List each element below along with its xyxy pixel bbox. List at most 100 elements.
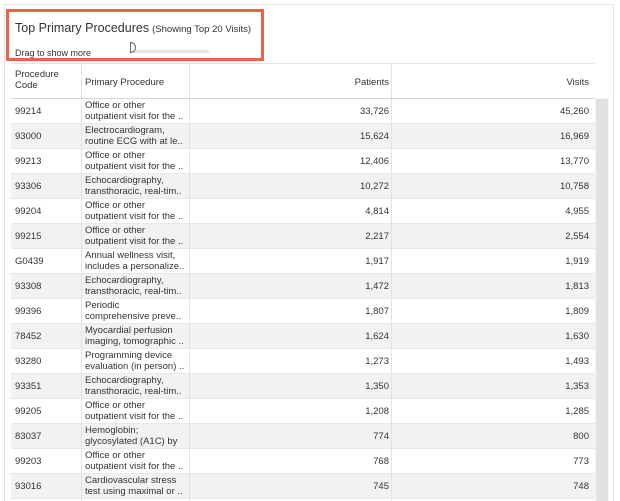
column-divider xyxy=(391,249,392,273)
procedure-line1: Echocardiography, xyxy=(85,275,164,286)
cell-patients: 1,208 xyxy=(365,406,389,417)
cell-procedure-code: 99205 xyxy=(15,406,42,417)
column-divider xyxy=(189,374,190,398)
column-divider xyxy=(189,124,190,148)
column-divider xyxy=(189,349,190,373)
procedure-line2: outpatient visit for the .. xyxy=(85,211,184,222)
cell-visits: 1,809 xyxy=(565,306,589,317)
show-more-slider-track[interactable] xyxy=(129,50,209,53)
column-divider xyxy=(391,99,392,123)
procedure-line1: Programming device xyxy=(85,350,173,361)
table-row[interactable]: 93016 Cardiovascular stress test using max… xyxy=(11,474,595,499)
column-divider xyxy=(189,199,190,223)
table-row[interactable]: 93000 Electrocardiogram, routine ECG with … xyxy=(11,124,595,149)
column-divider xyxy=(81,324,82,348)
table-row[interactable]: 83037 Hemoglobin; glycosylated (A1C) by 774… xyxy=(11,424,595,449)
scrollbar-thumb[interactable] xyxy=(596,99,608,501)
cell-procedure-code: G0439 xyxy=(15,256,44,267)
cell-primary-procedure: Programming device evaluation (in person)… xyxy=(85,350,189,372)
cell-procedure-code: 99396 xyxy=(15,306,42,317)
column-divider xyxy=(391,274,392,298)
column-divider xyxy=(391,124,392,148)
cell-visits: 800 xyxy=(573,431,589,442)
procedure-line1: Echocardiography, xyxy=(85,175,164,186)
column-divider xyxy=(391,64,392,98)
header-visits[interactable]: Visits xyxy=(566,77,589,88)
cell-visits: 1,285 xyxy=(565,406,589,417)
column-divider xyxy=(81,149,82,173)
procedure-line1: Echocardiography, xyxy=(85,375,164,386)
procedure-line1: Annual wellness visit, xyxy=(85,250,176,261)
column-divider xyxy=(81,474,82,498)
table-row[interactable]: 99213 Office or other outpatient visit for… xyxy=(11,149,595,174)
cell-visits: 1,353 xyxy=(565,381,589,392)
cell-procedure-code: 99204 xyxy=(15,206,42,217)
header-patients[interactable]: Patients xyxy=(355,77,389,88)
procedures-table: Procedure Code Primary Procedure Patient… xyxy=(11,63,595,501)
cell-procedure-code: 99215 xyxy=(15,231,42,242)
cell-patients: 15,624 xyxy=(359,131,389,142)
cell-patients: 2,217 xyxy=(365,231,389,242)
cell-procedure-code: 93000 xyxy=(15,131,42,142)
column-divider xyxy=(391,349,392,373)
cell-patients: 10,272 xyxy=(359,181,389,192)
column-divider xyxy=(81,124,82,148)
cell-primary-procedure: Office or other outpatient visit for the … xyxy=(85,150,189,172)
column-divider xyxy=(189,399,190,423)
column-divider xyxy=(81,274,82,298)
column-divider xyxy=(391,399,392,423)
procedure-line2: outpatient visit for the .. xyxy=(85,161,184,172)
cell-patients: 1,917 xyxy=(365,256,389,267)
column-divider xyxy=(391,324,392,348)
cell-primary-procedure: Periodic comprehensive preve.. xyxy=(85,300,189,322)
procedure-line2: imaging, tomographic .. xyxy=(85,336,184,347)
table-row[interactable]: 99215 Office or other outpatient visit for… xyxy=(11,224,595,249)
column-divider xyxy=(81,299,82,323)
column-divider xyxy=(189,149,190,173)
cell-patients: 1,273 xyxy=(365,356,389,367)
table-row[interactable]: 99204 Office or other outpatient visit for… xyxy=(11,199,595,224)
cell-visits: 748 xyxy=(573,481,589,492)
table-row[interactable]: 93351 Echocardiography, transthoracic, rea… xyxy=(11,374,595,399)
table-row[interactable]: 99214 Office or other outpatient visit for… xyxy=(11,99,595,124)
column-divider xyxy=(81,249,82,273)
table-row[interactable]: 99396 Periodic comprehensive preve.. 1,807 1… xyxy=(11,299,595,324)
cell-patients: 1,624 xyxy=(365,331,389,342)
cell-procedure-code: 78452 xyxy=(15,331,42,342)
table-row[interactable]: 99205 Office or other outpatient visit for… xyxy=(11,399,595,424)
cell-patients: 1,807 xyxy=(365,306,389,317)
cell-primary-procedure: Echocardiography, transthoracic, real-tim… xyxy=(85,375,189,397)
subtitle-text: (Showing Top 20 Visits) xyxy=(152,24,252,35)
table-row[interactable]: 93306 Echocardiography, transthoracic, rea… xyxy=(11,174,595,199)
column-divider xyxy=(189,449,190,473)
procedure-line1: Office or other xyxy=(85,100,146,111)
cell-procedure-code: 93280 xyxy=(15,356,42,367)
table-row[interactable]: G0439 Annual wellness visit, includes a pe… xyxy=(11,249,595,274)
header-primary-procedure[interactable]: Primary Procedure xyxy=(85,77,164,88)
column-divider xyxy=(81,199,82,223)
column-divider xyxy=(391,424,392,448)
header-code-line1: Procedure xyxy=(15,69,59,80)
header-procedure-code[interactable]: Procedure Code xyxy=(15,69,81,91)
column-divider xyxy=(81,424,82,448)
table-row[interactable]: 78452 Myocardial perfusion imaging, tomogr… xyxy=(11,324,595,349)
table-row[interactable]: 93308 Echocardiography, transthoracic, rea… xyxy=(11,274,595,299)
cell-visits: 1,630 xyxy=(565,331,589,342)
cell-patients: 774 xyxy=(373,431,389,442)
vertical-scrollbar[interactable] xyxy=(595,98,609,501)
procedure-line2: transthoracic, real-tim.. xyxy=(85,386,182,397)
cell-primary-procedure: Myocardial perfusion imaging, tomographic… xyxy=(85,325,189,347)
procedure-line2: evaluation (in person) .. xyxy=(85,361,185,372)
cell-primary-procedure: Echocardiography, transthoracic, real-tim… xyxy=(85,275,189,297)
procedure-line1: Office or other xyxy=(85,200,146,211)
cell-primary-procedure: Cardiovascular stress test using maximal … xyxy=(85,475,189,497)
procedure-line2: includes a personalize.. xyxy=(85,261,185,272)
cell-patients: 33,726 xyxy=(359,106,389,117)
table-row[interactable]: 99203 Office or other outpatient visit for… xyxy=(11,449,595,474)
cell-visits: 1,813 xyxy=(565,281,589,292)
column-divider xyxy=(189,174,190,198)
table-row[interactable]: 93280 Programming device evaluation (in pe… xyxy=(11,349,595,374)
cell-primary-procedure: Office or other outpatient visit for the … xyxy=(85,200,189,222)
cell-primary-procedure: Office or other outpatient visit for the … xyxy=(85,100,189,122)
procedure-line2: outpatient visit for the .. xyxy=(85,236,184,247)
